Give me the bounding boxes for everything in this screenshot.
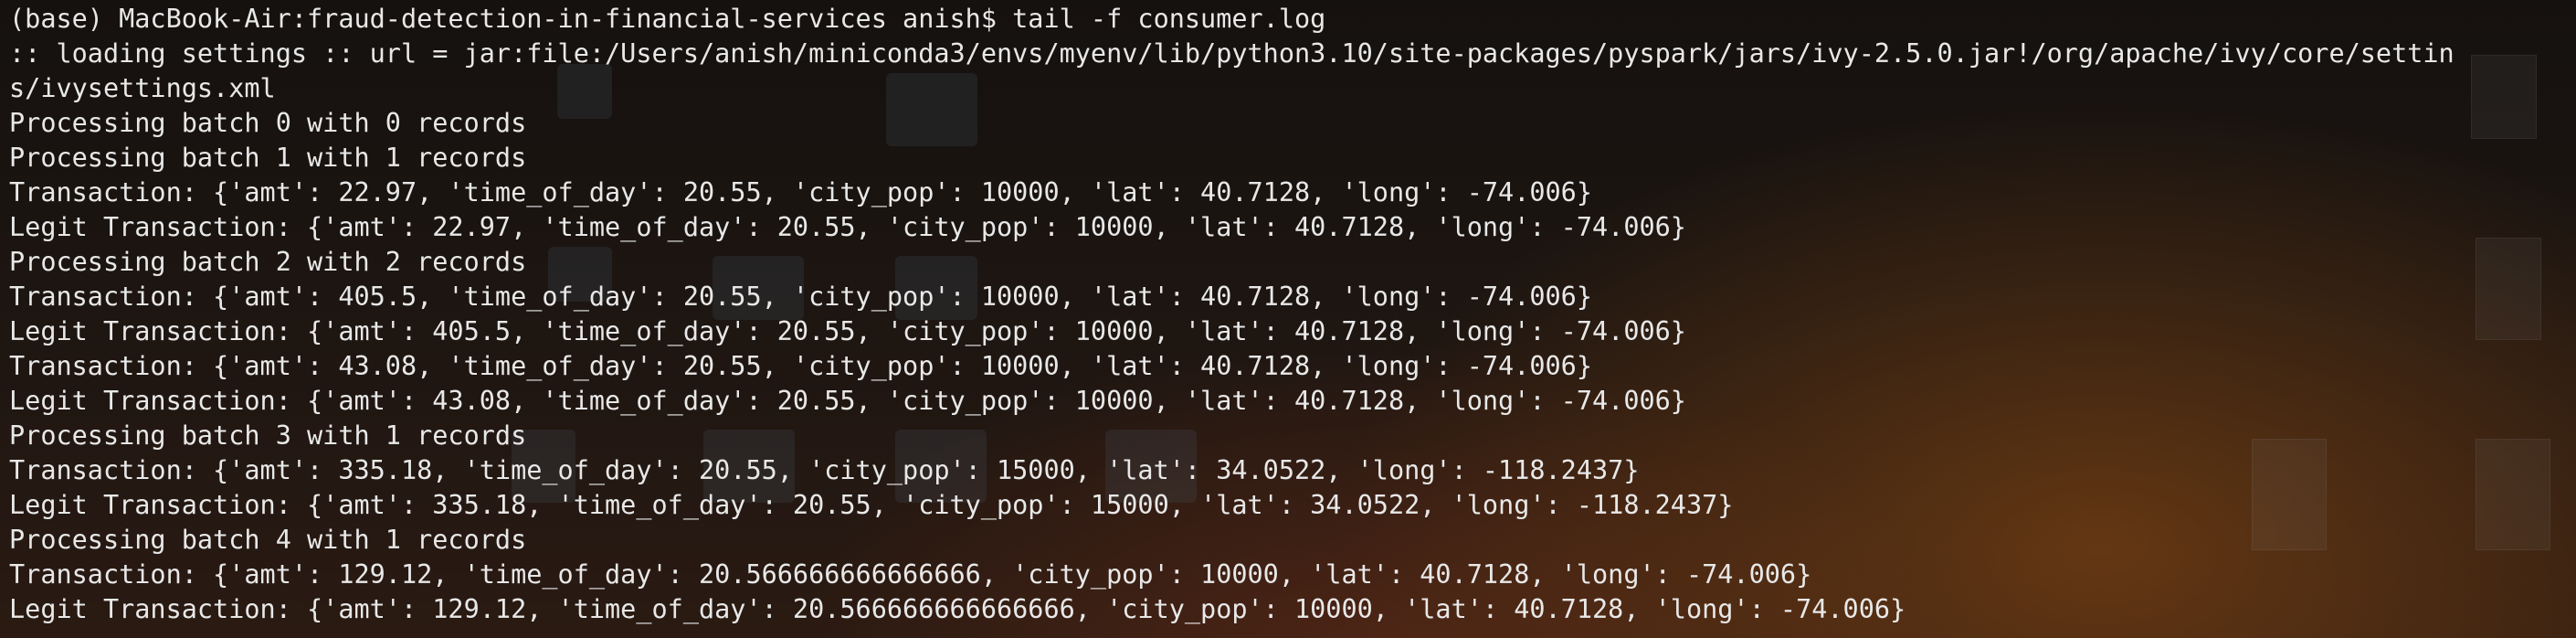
output-line: Transaction: {'amt': 22.97, 'time_of_day…: [9, 177, 1593, 207]
terminal-window[interactable]: (base) MacBook-Air:fraud-detection-in-fi…: [0, 0, 2576, 638]
output-line: s/ivysettings.xml: [9, 73, 276, 103]
output-line: Processing batch 1 with 1 records: [9, 143, 527, 173]
terminal-output[interactable]: (base) MacBook-Air:fraud-detection-in-fi…: [9, 2, 2455, 627]
output-line: Legit Transaction: {'amt': 22.97, 'time_…: [9, 212, 1686, 242]
desktop-document-icon: [2476, 439, 2550, 550]
prompt-line: (base) MacBook-Air:fraud-detection-in-fi…: [9, 4, 1326, 34]
output-line: Legit Transaction: {'amt': 43.08, 'time_…: [9, 386, 1686, 416]
output-line: Processing batch 3 with 1 records: [9, 420, 527, 451]
output-line: Legit Transaction: {'amt': 129.12, 'time…: [9, 594, 1906, 624]
output-line: Legit Transaction: {'amt': 405.5, 'time_…: [9, 316, 1686, 346]
output-line: Transaction: {'amt': 43.08, 'time_of_day…: [9, 351, 1593, 381]
output-line: :: loading settings :: url = jar:file:/U…: [9, 38, 2455, 69]
output-line: Legit Transaction: {'amt': 335.18, 'time…: [9, 490, 1734, 520]
output-line: Processing batch 0 with 0 records: [9, 108, 527, 138]
output-line: Transaction: {'amt': 129.12, 'time_of_da…: [9, 559, 1812, 590]
desktop-document-icon: [2471, 55, 2537, 139]
desktop-document-icon: [2476, 238, 2541, 340]
output-line: Processing batch 4 with 1 records: [9, 525, 527, 555]
output-line: Transaction: {'amt': 335.18, 'time_of_da…: [9, 455, 1640, 485]
output-line: Processing batch 2 with 2 records: [9, 247, 527, 277]
output-line: Transaction: {'amt': 405.5, 'time_of_day…: [9, 282, 1593, 312]
